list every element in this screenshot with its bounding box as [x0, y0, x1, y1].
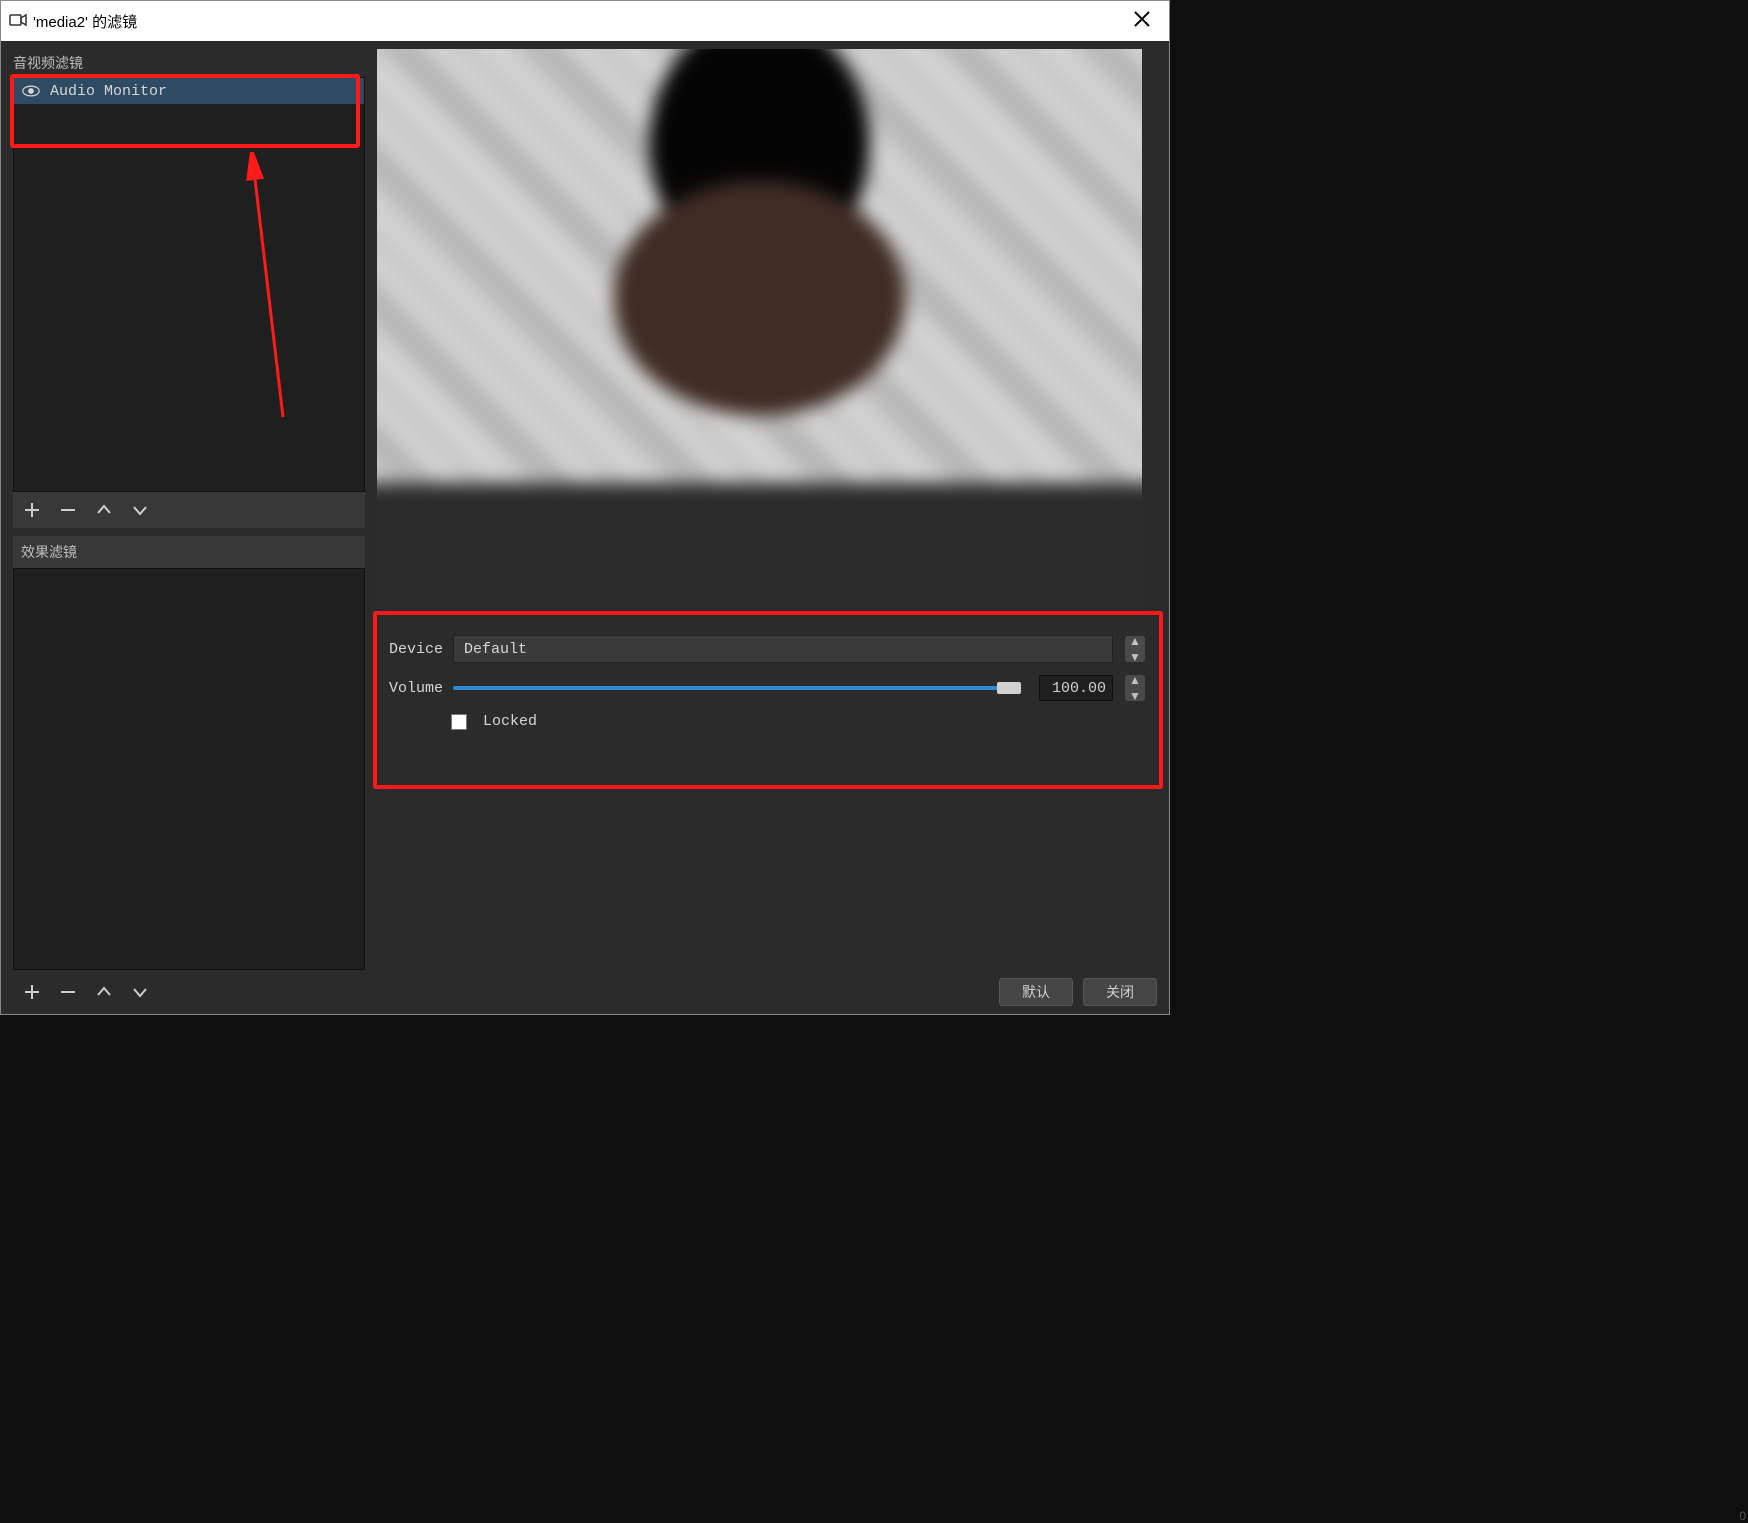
- move-up-button[interactable]: [91, 497, 117, 523]
- corner-indicator: 0: [1739, 1509, 1746, 1523]
- av-filter-toolbar: [13, 492, 365, 528]
- device-dropdown-arrows[interactable]: ▲▼: [1125, 636, 1145, 662]
- eye-icon[interactable]: [22, 84, 40, 98]
- volume-label: Volume: [389, 680, 445, 697]
- av-filters-label: 音视频滤镜: [13, 49, 365, 77]
- locked-checkbox[interactable]: [451, 714, 467, 730]
- effect-filter-list[interactable]: [13, 568, 365, 970]
- volume-value-input[interactable]: 100.00: [1039, 675, 1113, 701]
- remove-filter-button[interactable]: [55, 497, 81, 523]
- remove-effect-button[interactable]: [55, 979, 81, 1005]
- move-effect-down[interactable]: [127, 979, 153, 1005]
- add-filter-button[interactable]: [19, 497, 45, 523]
- device-value: Default: [464, 641, 527, 658]
- av-filter-list[interactable]: Audio Monitor: [13, 77, 365, 492]
- move-effect-up[interactable]: [91, 979, 117, 1005]
- device-label: Device: [389, 641, 445, 658]
- preview-area: [377, 49, 1142, 609]
- close-dialog-button[interactable]: 关闭: [1083, 978, 1157, 1006]
- filter-item[interactable]: Audio Monitor: [14, 78, 364, 104]
- volume-spinner[interactable]: ▲▼: [1125, 675, 1145, 701]
- locked-label: Locked: [483, 713, 537, 730]
- title-bar: 'media2' 的滤镜: [1, 1, 1169, 41]
- defaults-button[interactable]: 默认: [999, 978, 1073, 1006]
- filter-properties-panel: Device Default ▲▼ Volume 100.00: [377, 615, 1157, 790]
- filter-name: Audio Monitor: [50, 83, 167, 100]
- volume-slider[interactable]: [453, 686, 1021, 690]
- device-dropdown[interactable]: Default: [453, 635, 1113, 663]
- effect-filters-label: 效果滤镜: [13, 536, 365, 568]
- add-effect-button[interactable]: [19, 979, 45, 1005]
- window-title: 'media2' 的滤镜: [33, 11, 137, 32]
- webcam-icon: [9, 12, 27, 31]
- slider-thumb[interactable]: [997, 682, 1021, 694]
- close-button[interactable]: [1123, 4, 1161, 38]
- move-down-button[interactable]: [127, 497, 153, 523]
